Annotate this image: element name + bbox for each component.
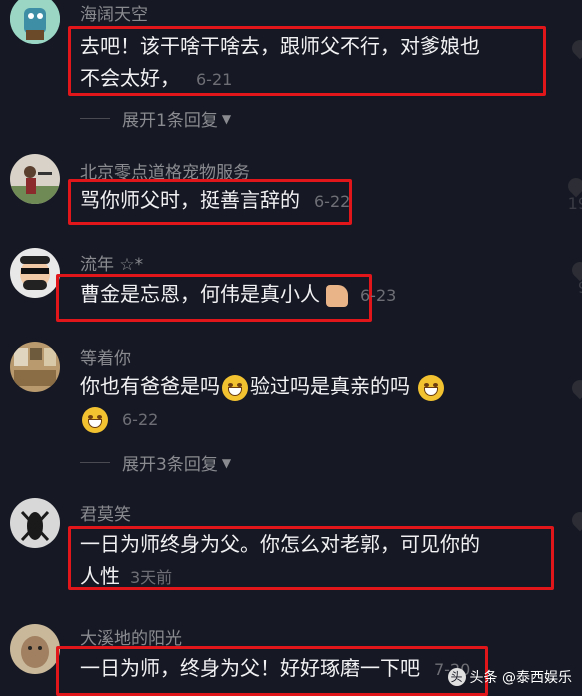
avatar[interactable]: [10, 498, 60, 548]
divider: [80, 118, 110, 119]
like-button[interactable]: [568, 36, 582, 60]
comment-text: 一日为师终身为父。你怎么对老郭，可见你的 人性 3天前: [80, 528, 480, 594]
watermark: 头 头条 @泰西娱乐: [447, 667, 572, 687]
toutiao-logo-icon: 头: [447, 668, 466, 686]
divider: [80, 462, 110, 463]
avatar-icon: [10, 342, 60, 392]
avatar-icon: [10, 0, 60, 44]
heart-icon: [568, 36, 582, 60]
avatar-icon: [10, 154, 60, 204]
comment-username[interactable]: 君莫笑: [80, 500, 131, 525]
comment-line: 人性: [80, 564, 120, 588]
comment-line: 一日为师终身为父。你怎么对老郭，可见你的: [80, 532, 480, 556]
like-button[interactable]: [568, 376, 582, 400]
laughing-emoji-icon: [222, 374, 248, 401]
comment-line: 一日为师，终身为父！好好琢磨一下吧: [80, 656, 420, 680]
comment-date: 6-23: [360, 286, 397, 305]
caret-down-icon: ▼: [221, 111, 232, 126]
comment-text: 曹金是忘恩，何伟是真小人 6-23: [80, 278, 396, 312]
comment-line-with-emoji: 你也有爸爸是吗 验过吗是真亲的吗: [80, 370, 550, 402]
avatar-icon: [10, 498, 60, 548]
comment-username[interactable]: 海阔天空: [80, 0, 148, 25]
comment-date: 6-22: [122, 410, 159, 429]
expand-replies-button[interactable]: 展开3条回复 ▼: [80, 450, 231, 475]
comment-line-with-date: 不会太好， 6-21: [80, 62, 480, 96]
comment-text: 你也有爸爸是吗 验过吗是真亲的吗 6-22: [80, 370, 550, 436]
comment-date: 3天前: [130, 568, 173, 587]
comment-line: 曹金是忘恩，何伟是真小人: [80, 282, 320, 306]
expand-replies-button[interactable]: 展开1条回复 ▼: [80, 106, 231, 131]
like-button[interactable]: 19: [564, 174, 582, 213]
expand-replies-label: 展开3条回复: [122, 455, 218, 475]
comment-text: 去吧！该干啥干啥去，跟师父不行，对爹娘也 不会太好， 6-21: [80, 30, 480, 96]
comment-date: 6-22: [314, 192, 351, 211]
avatar[interactable]: [10, 624, 60, 674]
grinning-emoji-icon: [418, 374, 444, 401]
laughing-emoji-icon: [82, 406, 108, 433]
heart-icon: [568, 508, 582, 532]
heart-icon: [568, 258, 582, 282]
comment-line: 去吧！该干啥干啥去，跟师父不行，对爹娘也: [80, 34, 480, 58]
avatar-icon: [10, 248, 60, 298]
comment-username[interactable]: 流年 ☆*: [80, 250, 143, 275]
like-button[interactable]: 9: [568, 258, 582, 297]
comment-text: 一日为师，终身为父！好好琢磨一下吧7-20: [80, 652, 470, 686]
avatar[interactable]: [10, 248, 60, 298]
comment-username[interactable]: 等着你: [80, 344, 131, 369]
thumbs-up-icon: [326, 284, 348, 307]
comment-line: 骂你师父时，挺善言辞的: [80, 188, 300, 212]
heart-icon: [568, 376, 582, 400]
avatar[interactable]: [10, 154, 60, 204]
comment-line: 验过吗是真亲的吗: [250, 374, 410, 398]
comment-line-with-date: 人性 3天前: [80, 560, 480, 594]
like-button[interactable]: [568, 508, 582, 532]
comment-date-row: 6-22: [80, 402, 550, 436]
watermark-text: 头条 @泰西娱乐: [469, 670, 572, 686]
avatar[interactable]: [10, 342, 60, 392]
comment-line: 你也有爸爸是吗: [80, 374, 220, 398]
expand-replies-label: 展开1条回复: [122, 111, 218, 131]
comment-text: 骂你师父时，挺善言辞的 6-22: [80, 184, 350, 218]
comment-line: 不会太好，: [80, 66, 180, 90]
comment-date: 6-21: [196, 70, 233, 89]
avatar-icon: [10, 624, 60, 674]
caret-down-icon: ▼: [221, 455, 232, 470]
avatar[interactable]: [10, 0, 60, 44]
